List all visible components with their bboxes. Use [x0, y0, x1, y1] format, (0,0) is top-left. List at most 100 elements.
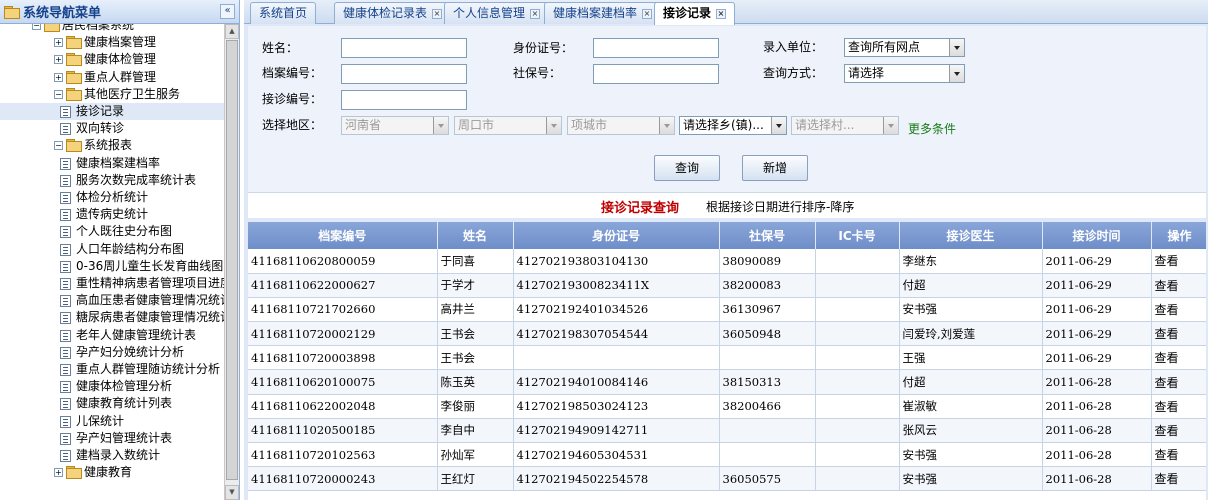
search-button[interactable]: 查询 — [654, 155, 720, 181]
village-select[interactable]: 请选择村... — [791, 116, 899, 135]
table-row[interactable]: 41168110720000243 王红灯 412702194502254578 36… — [248, 466, 1206, 492]
tree-leaf-item[interactable]: 老年人健康管理统计表 — [0, 327, 226, 344]
scrollbar-thumb[interactable] — [226, 40, 238, 480]
tree-leaf-item[interactable]: 健康教育统计列表 — [0, 395, 226, 412]
column-header[interactable]: 接诊医生 — [899, 222, 1043, 249]
city-select[interactable]: 周口市 — [454, 116, 562, 135]
add-button[interactable]: 新增 — [742, 155, 808, 181]
column-header[interactable]: 接诊时间 — [1042, 222, 1152, 249]
tree-leaf-item[interactable]: 孕产妇分娩统计分析 — [0, 344, 226, 361]
tree-folder-item[interactable]: + 健康档案管理 — [0, 34, 226, 51]
town-select[interactable]: 请选择乡(镇)... — [679, 116, 787, 135]
view-record-link[interactable]: 查看 — [1151, 369, 1206, 395]
tree-leaf-item[interactable]: 遗传病史统计 — [0, 206, 226, 223]
table-row[interactable]: 41168110720102563 孙灿军 412702194605304531 安书… — [248, 442, 1206, 468]
tree-leaf-item[interactable]: 双向转诊 — [0, 120, 226, 137]
tree-item-label: 接诊记录 — [76, 104, 125, 118]
table-row[interactable]: 41168110720002129 王书会 412702198307054544 36… — [248, 321, 1206, 347]
document-icon — [60, 329, 71, 342]
tree-folder-item[interactable]: − 其他医疗卫生服务 — [0, 86, 226, 103]
name-label: 姓名： — [262, 41, 299, 55]
view-record-link[interactable]: 查看 — [1151, 394, 1206, 419]
tree-leaf-item[interactable]: 糖尿病患者健康管理情况统计 — [0, 309, 226, 326]
tree-leaf-item[interactable]: 体检分析统计 — [0, 189, 226, 206]
table-row[interactable]: 41168110721702660 高井兰 412702192401034526 36… — [248, 297, 1206, 323]
tree-leaf-item[interactable]: 孕产妇管理统计表 — [0, 430, 226, 447]
scroll-down-arrow[interactable]: ▼ — [225, 485, 239, 500]
tree-leaf-item[interactable]: 建档录入数统计 — [0, 447, 226, 464]
tree-leaf-item[interactable]: 接诊记录 — [0, 103, 226, 120]
view-record-link[interactable]: 查看 — [1151, 345, 1206, 371]
table-row[interactable]: 41168110622002048 李俊丽 412702198503024123 38… — [248, 394, 1206, 419]
tree-leaf-item[interactable]: 健康档案建档率 — [0, 155, 226, 172]
column-header[interactable]: 身份证号 — [513, 222, 720, 249]
close-tab-icon[interactable]: × — [716, 9, 727, 19]
tree-leaf-item[interactable]: 儿保统计 — [0, 413, 226, 430]
table-row[interactable]: 41168111020500185 李自中 412702194909142711 张风… — [248, 418, 1206, 444]
tree-leaf-item[interactable]: 重点人群管理随访统计分析 — [0, 361, 226, 378]
table-cell: 2011-06-29 — [1042, 345, 1152, 371]
tree-leaf-item[interactable]: 0-36周儿童生长发育曲线图 — [0, 258, 226, 275]
expand-node-icon[interactable]: + — [54, 72, 63, 82]
tree-leaf-item[interactable]: 服务次数完成率统计表 — [0, 172, 226, 189]
tree-folder-item[interactable]: − 居民档案系统 — [0, 24, 226, 34]
sidebar-scrollbar[interactable]: ▲ ▼ — [224, 24, 239, 500]
tree-leaf-item[interactable]: 人口年龄结构分布图 — [0, 241, 226, 258]
visit-no-input[interactable] — [341, 90, 467, 110]
view-record-link[interactable]: 查看 — [1151, 418, 1206, 444]
tree-leaf-item[interactable]: 健康体检管理分析 — [0, 378, 226, 395]
close-tab-icon[interactable]: × — [530, 9, 541, 19]
more-conditions-link[interactable]: 更多条件 — [908, 120, 956, 138]
collapse-node-icon[interactable]: − — [54, 141, 63, 151]
table-row[interactable]: 41168110622000627 于学才 41270219300823411X 38… — [248, 273, 1206, 298]
column-header[interactable]: IC卡号 — [815, 222, 900, 249]
province-select[interactable]: 河南省 — [341, 116, 449, 135]
county-select[interactable]: 项城市 — [567, 116, 675, 135]
close-tab-icon[interactable]: × — [642, 9, 653, 19]
close-tab-icon[interactable]: × — [432, 9, 443, 19]
expand-node-icon[interactable]: + — [54, 55, 63, 65]
view-record-link[interactable]: 查看 — [1151, 466, 1206, 492]
tree-folder-item[interactable]: + 健康教育 — [0, 464, 226, 481]
view-record-link[interactable]: 查看 — [1151, 321, 1206, 347]
scroll-up-arrow[interactable]: ▲ — [225, 24, 239, 39]
social-security-input[interactable] — [593, 64, 719, 84]
view-record-link[interactable]: 查看 — [1151, 297, 1206, 323]
tab-5[interactable]: 接诊记录 × — [654, 2, 736, 25]
column-header[interactable]: 社保号 — [719, 222, 816, 249]
table-row[interactable]: 41168110720003898 王书会 王强 2011-06-29 查看 — [248, 345, 1206, 371]
column-header[interactable]: 姓名 — [437, 222, 514, 249]
query-method-select[interactable]: 请选择 — [844, 64, 965, 83]
archive-no-input[interactable] — [341, 64, 467, 84]
folder-icon — [66, 36, 82, 50]
expand-node-icon[interactable]: + — [54, 38, 63, 48]
column-header[interactable]: 档案编号 — [248, 222, 438, 249]
name-input[interactable] — [341, 38, 467, 58]
collapse-node-icon[interactable]: − — [32, 24, 41, 30]
tab-1[interactable]: 系统首页 — [250, 2, 317, 24]
document-icon — [60, 346, 71, 359]
tree-folder-item[interactable]: − 系统报表 — [0, 137, 226, 154]
tree-leaf-item[interactable]: 重性精神病患者管理项目进度 — [0, 275, 226, 292]
id-number-input[interactable] — [593, 38, 719, 58]
tab-2[interactable]: 健康体检记录表 × — [334, 2, 452, 24]
collapse-sidebar-button[interactable]: « — [220, 4, 235, 19]
column-header[interactable]: 操作 — [1151, 222, 1206, 249]
expand-node-icon[interactable]: + — [54, 468, 63, 478]
document-icon — [60, 312, 71, 325]
table-row[interactable]: 41168110620100075 陈玉英 412702194010084146 38… — [248, 369, 1206, 395]
collapse-node-icon[interactable]: − — [54, 89, 63, 99]
tab-3[interactable]: 个人信息管理 × — [444, 2, 550, 24]
folder-icon — [66, 139, 82, 153]
table-row[interactable]: 41168110620800059 于同喜 412702193803104130 38… — [248, 249, 1206, 274]
tab-4[interactable]: 健康档案建档率 × — [544, 2, 662, 24]
tree-leaf-item[interactable]: 高血压患者健康管理情况统计 — [0, 292, 226, 309]
document-icon — [60, 381, 71, 394]
entry-unit-select[interactable]: 查询所有网点 — [844, 38, 965, 57]
tree-folder-item[interactable]: + 重点人群管理 — [0, 69, 226, 86]
view-record-link[interactable]: 查看 — [1151, 273, 1206, 298]
tree-folder-item[interactable]: + 健康体检管理 — [0, 51, 226, 68]
view-record-link[interactable]: 查看 — [1151, 249, 1206, 274]
view-record-link[interactable]: 查看 — [1151, 442, 1206, 468]
tree-leaf-item[interactable]: 个人既往史分布图 — [0, 223, 226, 240]
